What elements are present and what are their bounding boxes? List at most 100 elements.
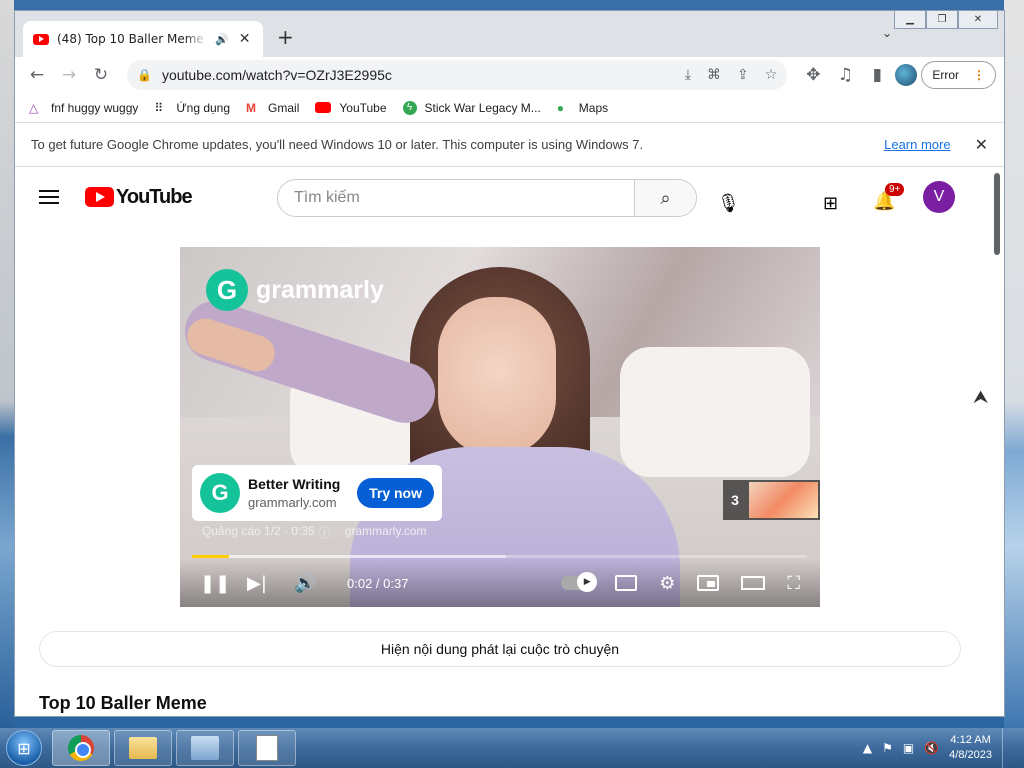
taskbar-explorer[interactable] [114,730,172,766]
new-tab-button[interactable]: + [277,25,294,49]
pause-icon[interactable]: ❚❚ [200,573,247,594]
ad-info-domain[interactable]: grammarly.com [345,524,427,541]
infobar-message: To get future Google Chrome updates, you… [31,137,644,152]
clock-time: 4:12 AM [950,734,991,746]
close-infobar-icon[interactable]: ✕ [975,135,988,155]
video-title: Top 10 Baller Meme [39,693,207,713]
bookmark-label: fnf huggy wuggy [51,100,139,115]
share-icon[interactable]: ⇪ [737,67,749,83]
clock[interactable]: 4:12 AM 4/8/2023 [949,733,992,763]
extensions-puzzle-icon[interactable]: ✥ [799,61,827,89]
youtube-icon [315,102,332,113]
profile-error-button[interactable]: Error ⋮ [921,61,996,89]
bookmark-fnf-huggy-wuggy[interactable]: △ fnf huggy wuggy [29,101,138,115]
tab-strip: (48) Top 10 Baller Meme - YouTube 🔊 ✕ + … [15,11,1004,57]
lock-icon[interactable]: 🔒 [137,68,152,82]
ad-card[interactable]: G Better Writing grammarly.com Try now [192,465,442,521]
settings-gear-icon[interactable]: ⚙ [659,573,675,594]
close-window-button[interactable]: ✕ [958,11,998,29]
control-panel-icon [191,736,219,760]
show-desktop-button[interactable] [1002,728,1016,768]
action-center-flag-icon[interactable]: ⚑ [882,741,893,755]
progress-loaded [192,555,506,558]
system-tray: ▲ ⚑ ▣ 🔇 4:12 AM 4/8/2023 [863,728,1024,768]
search-input[interactable]: Tìm kiếm [278,180,634,216]
volume-icon[interactable]: 🔊 [294,573,341,594]
bookmark-label: Maps [578,100,609,115]
bookmark-stick-war[interactable]: ϟ Stick War Legacy M... [402,100,541,115]
maps-pin-icon: ● [556,100,565,115]
microphone-icon[interactable]: 🎙 [717,193,740,214]
youtube-logo[interactable]: YouTube [85,185,193,209]
address-bar[interactable]: 🔒 youtube.com/watch?v=OZrJ3E2995c ⤓ ⌘ ⇪ … [127,60,788,90]
menu-dots-icon[interactable]: ⋮ [973,68,985,82]
bookmark-label: Ứng dụng [176,100,231,115]
triangle-icon: △ [29,100,39,115]
desktop-background-right [1004,0,1024,728]
chrome-icon [68,735,94,761]
account-avatar[interactable]: V [923,181,955,213]
fullscreen-icon[interactable]: ⛶ [787,573,800,594]
taskbar-wordpad[interactable] [238,730,296,766]
ad-domain: grammarly.com [248,495,337,510]
taskbar-control-panel[interactable] [176,730,234,766]
bookmark-label: YouTube [339,100,387,115]
back-arrow-icon[interactable]: ← [23,61,51,89]
restore-button[interactable]: ❐ [926,11,958,29]
minimize-button[interactable]: ▁ [894,11,926,29]
next-count: 3 [731,492,739,508]
install-app-icon[interactable]: ⤓ [685,67,691,83]
translate-icon[interactable]: ⌘ [707,67,721,83]
progress-bar[interactable] [192,555,807,558]
next-thumbnail [749,482,818,518]
bookmark-gmail[interactable]: M Gmail [246,101,299,115]
info-icon[interactable]: ⓘ [319,524,331,541]
profile-avatar[interactable] [895,64,918,86]
create-video-icon[interactable]: ⊞ [823,193,838,214]
grammarly-g-icon: G [200,473,240,513]
bookmarks-bar: △ fnf huggy wuggy ⠿ Ứng dụng M Gmail You… [15,93,1004,123]
youtube-header: YouTube Tìm kiếm ⌕ 🎙 ⊞ 🔔 9+ V [15,169,1004,225]
network-icon[interactable]: ▣ [903,741,914,755]
time-display: 0:02 / 0:37 [347,575,409,591]
search-icon: ⌕ [660,187,671,209]
show-chat-replay-button[interactable]: Hiện nội dung phát lại cuộc trò chuyện [39,631,961,667]
autoplay-toggle[interactable] [561,572,598,592]
try-now-button[interactable]: Try now [357,478,434,508]
start-button[interactable]: ⊞ [0,728,48,768]
learn-more-link[interactable]: Learn more [884,137,950,152]
menu-hamburger-icon[interactable] [39,190,59,204]
bookmark-maps[interactable]: ● Maps [557,101,608,115]
youtube-logo-text: YouTube [116,185,193,208]
theater-mode-icon[interactable] [741,576,766,590]
subtitles-icon[interactable] [615,575,638,591]
forward-arrow-icon[interactable]: → [55,61,83,89]
taskbar-chrome[interactable] [52,730,110,766]
search-button[interactable]: ⌕ [634,180,696,216]
video-player[interactable]: G grammarly G Better Writing grammarly.c… [180,247,820,607]
browser-tab[interactable]: (48) Top 10 Baller Meme - YouTube 🔊 ✕ [23,21,263,57]
bolt-icon: ϟ [402,100,417,115]
search-box: Tìm kiếm ⌕ [277,179,697,217]
page-scrollbar[interactable] [992,171,1002,716]
volume-muted-icon[interactable]: 🔇 [924,741,939,755]
gmail-icon: M [246,100,257,115]
media-control-icon[interactable]: ♫ [831,61,859,89]
show-hidden-icons-icon[interactable]: ▲ [863,741,872,755]
bookmark-youtube[interactable]: YouTube [315,100,387,115]
tab-search-chevron-icon[interactable]: ⌄ [882,26,892,40]
next-video-preview[interactable]: 3 [723,480,820,520]
next-icon[interactable]: ▶| [247,573,294,594]
reload-icon[interactable]: ↻ [87,61,115,89]
close-tab-icon[interactable]: ✕ [239,31,251,47]
side-panel-icon[interactable]: ▮ [863,61,891,89]
miniplayer-icon[interactable] [697,575,720,591]
bookmark-apps[interactable]: ⠿ Ứng dụng [154,101,230,115]
youtube-page: YouTube Tìm kiếm ⌕ 🎙 ⊞ 🔔 9+ V G grammarl [15,169,1004,716]
url-text[interactable]: youtube.com/watch?v=OZrJ3E2995c [162,67,675,83]
bookmark-star-icon[interactable]: ☆ [765,67,778,83]
grammarly-brand: G grammarly [206,269,384,311]
notification-badge: 9+ [885,183,905,196]
speaker-icon[interactable]: 🔊 [215,33,229,46]
windows-logo-icon: ⊞ [6,730,42,766]
